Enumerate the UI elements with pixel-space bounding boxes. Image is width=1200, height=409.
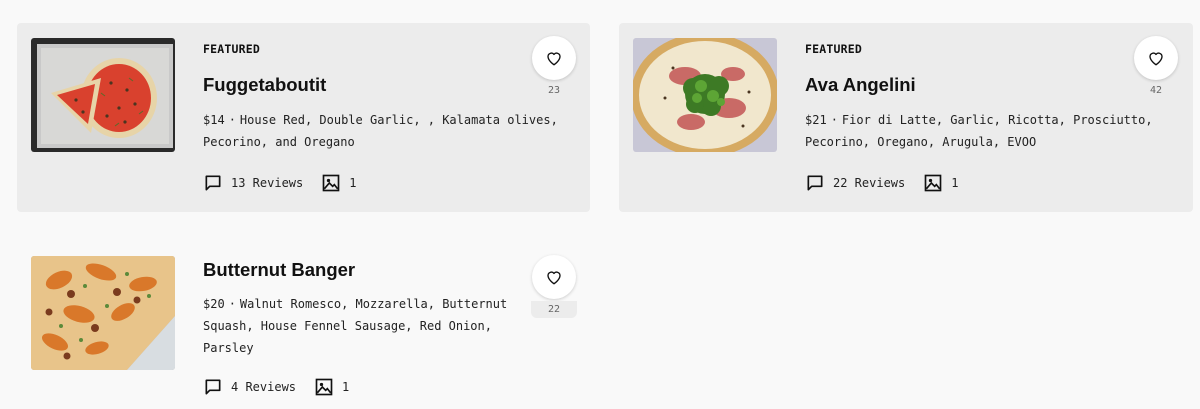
reviews-link[interactable]: 13 Reviews (203, 173, 303, 193)
pizza-price: $20 (203, 297, 225, 311)
pizza-photo-image (31, 38, 175, 152)
like-count: 22 (531, 301, 577, 318)
photos-link[interactable]: 1 (314, 377, 349, 397)
photos-link[interactable]: 1 (321, 173, 356, 193)
pizza-name[interactable]: Butternut Banger (203, 259, 355, 281)
image-icon (315, 378, 333, 396)
photos-link[interactable]: 1 (923, 173, 958, 193)
price-separator: · (228, 113, 236, 127)
pizza-ingredients: Walnut Romesco, Mozzarella, Butternut Sq… (203, 297, 508, 355)
like-control: 22 (531, 255, 577, 318)
like-count: 42 (1149, 85, 1163, 96)
pizza-card-butternut-banger[interactable]: Butternut Banger $20 · Walnut Romesco, Moz… (17, 241, 590, 409)
pizza-price: $14 (203, 113, 225, 127)
featured-tag: FEATURED (203, 42, 260, 56)
pizza-photo[interactable] (31, 256, 175, 370)
heart-icon (1149, 52, 1163, 66)
featured-tag: FEATURED (805, 42, 862, 56)
image-icon (924, 174, 942, 192)
reviews-count: 13 Reviews (231, 176, 304, 190)
like-button[interactable] (532, 36, 576, 80)
pizza-ingredients: House Red, Double Garlic, , Kalamata oli… (203, 113, 558, 149)
comment-icon (205, 379, 221, 395)
pizza-photo[interactable] (31, 38, 175, 152)
pizza-card-fuggetaboutit[interactable]: FEATURED Fuggetaboutit $14 · House Red, Do… (17, 23, 590, 212)
pizza-meta: 13 Reviews 1 (203, 173, 374, 193)
pizza-card-ava-angelini[interactable]: FEATURED Ava Angelini $21 · Fior di Latte,… (619, 23, 1193, 212)
like-count: 23 (547, 85, 561, 96)
pizza-ingredients: Fior di Latte, Garlic, Ricotta, Prosciut… (805, 113, 1153, 149)
pizza-description: $21 · Fior di Latte, Garlic, Ricotta, Pros… (805, 109, 1177, 153)
pizza-meta: 22 Reviews 1 (805, 173, 976, 193)
like-button[interactable] (532, 255, 576, 299)
photos-count: 1 (349, 176, 357, 190)
heart-icon (547, 271, 561, 285)
image-icon (322, 174, 340, 192)
pizza-photo[interactable] (633, 38, 777, 152)
photos-count: 1 (342, 380, 350, 394)
reviews-count: 4 Reviews (231, 380, 297, 394)
pizza-name[interactable]: Fuggetaboutit (203, 74, 326, 96)
pizza-name[interactable]: Ava Angelini (805, 74, 916, 96)
price-separator: · (830, 113, 838, 127)
reviews-link[interactable]: 22 Reviews (805, 173, 905, 193)
price-separator: · (228, 297, 236, 311)
comment-icon (807, 175, 823, 191)
pizza-photo-image (31, 256, 175, 370)
reviews-count: 22 Reviews (833, 176, 906, 190)
like-control: 23 (531, 36, 577, 99)
heart-icon (547, 52, 561, 66)
pizza-meta: 4 Reviews 1 (203, 377, 367, 397)
reviews-link[interactable]: 4 Reviews (203, 377, 296, 397)
like-control: 42 (1133, 36, 1179, 99)
pizza-description: $20 · Walnut Romesco, Mozzarella, Butternu… (203, 293, 523, 359)
pizza-photo-image (633, 38, 777, 152)
like-button[interactable] (1134, 36, 1178, 80)
photos-count: 1 (951, 176, 959, 190)
pizza-price: $21 (805, 113, 827, 127)
comment-icon (205, 175, 221, 191)
pizza-description: $14 · House Red, Double Garlic, , Kalamata… (203, 109, 575, 153)
